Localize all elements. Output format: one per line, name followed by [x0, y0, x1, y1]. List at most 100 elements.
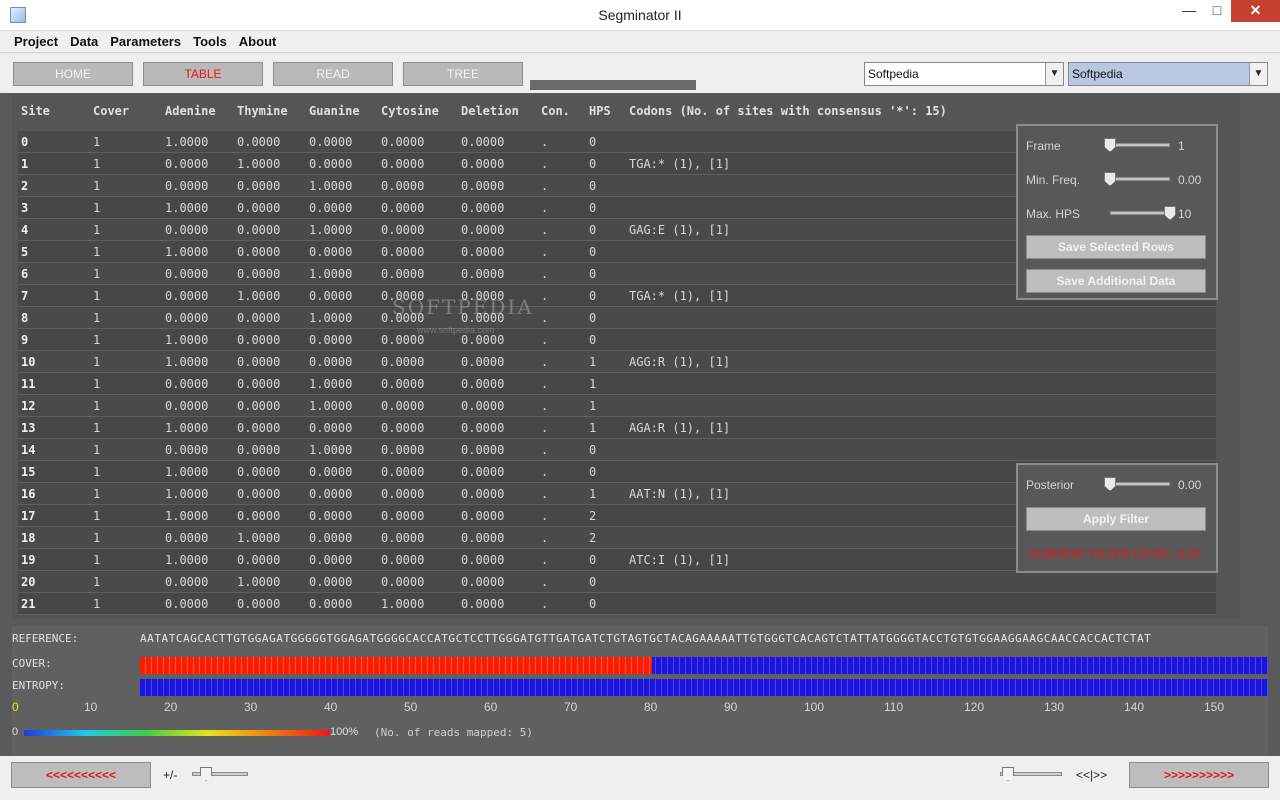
close-icon[interactable]: ✕	[1231, 0, 1280, 22]
table-row[interactable]: 9 1 1.0000 0.0000 0.0000 0.0000 0.0000. 0	[18, 329, 1216, 351]
cell-site: 0	[21, 135, 29, 149]
home-button[interactable]: HOME	[13, 62, 133, 86]
maxhps-slider[interactable]	[1110, 206, 1176, 220]
cell-t: 0.0000	[237, 355, 281, 369]
position-slider[interactable]	[1000, 767, 1062, 781]
col-thymine[interactable]: Thymine	[237, 104, 288, 118]
save-selected-rows-button[interactable]: Save Selected Rows	[1026, 235, 1206, 259]
cell-hps: 0	[589, 575, 597, 589]
cell-a: 0.0000	[165, 531, 209, 545]
cell-c: 0.0000	[381, 575, 425, 589]
menu-parameters[interactable]: Parameters	[104, 31, 187, 49]
cell-c: 0.0000	[381, 201, 425, 215]
table-row[interactable]: 21 1 0.0000 0.0000 0.0000 1.0000 0.0000. 0	[18, 593, 1216, 615]
cell-c: 0.0000	[381, 377, 425, 391]
current-filter-level: CURRENT FILTER LEVEL: 0.00	[1028, 547, 1201, 561]
menu-data[interactable]: Data	[64, 31, 104, 49]
cell-site: 9	[21, 333, 29, 347]
cell-a: 1.0000	[165, 465, 209, 479]
cell-site: 13	[21, 421, 36, 435]
menu-about[interactable]: About	[233, 31, 283, 49]
toolbar: HOME TABLE READ TREE Softpedia ▼ Softped…	[0, 53, 1280, 93]
cell-g: 1.0000	[309, 443, 353, 457]
window-size-slider[interactable]	[192, 767, 248, 781]
cell-cover: 1	[93, 597, 101, 611]
cell-t: 0.0000	[237, 135, 281, 149]
col-hps[interactable]: HPS	[589, 104, 611, 118]
cover-track[interactable]	[140, 657, 1268, 674]
table-button[interactable]: TABLE	[143, 62, 263, 86]
col-cover[interactable]: Cover	[93, 104, 129, 118]
cell-a: 0.0000	[165, 443, 209, 457]
cell-site: 6	[21, 267, 29, 281]
cell-cover: 1	[93, 201, 101, 215]
ruler-tick: 60	[484, 700, 498, 714]
save-additional-data-button[interactable]: Save Additional Data	[1026, 269, 1206, 293]
maximize-icon[interactable]: □	[1202, 0, 1232, 22]
cell-g: 1.0000	[309, 179, 353, 193]
cell-cover: 1	[93, 443, 101, 457]
cell-del: 0.0000	[461, 421, 505, 435]
cell-a: 1.0000	[165, 487, 209, 501]
col-deletion[interactable]: Deletion	[461, 104, 519, 118]
col-guanine[interactable]: Guanine	[309, 104, 360, 118]
table-row[interactable]: 14 1 0.0000 0.0000 1.0000 0.0000 0.0000. 0	[18, 439, 1216, 461]
minfreq-slider[interactable]	[1104, 172, 1170, 186]
cell-site: 17	[21, 509, 36, 523]
cell-codon: AAT:N (1), [1]	[629, 487, 731, 501]
dataset-select[interactable]: Softpedia ▼	[864, 62, 1064, 86]
next-page-button[interactable]: >>>>>>>>>>	[1129, 762, 1269, 788]
cell-hps: 0	[589, 443, 597, 457]
cell-cover: 1	[93, 553, 101, 567]
table-row[interactable]: 8 1 0.0000 0.0000 1.0000 0.0000 0.0000. 0	[18, 307, 1216, 329]
entropy-label: ENTROPY:	[12, 679, 65, 692]
tree-button[interactable]: TREE	[403, 62, 523, 86]
cell-a: 1.0000	[165, 135, 209, 149]
previous-page-button[interactable]: <<<<<<<<<<	[11, 762, 151, 788]
col-codons[interactable]: Codons (No. of sites with consensus '*':…	[629, 104, 947, 118]
cell-c: 0.0000	[381, 245, 425, 259]
cell-con: .	[541, 465, 549, 479]
cell-g: 0.0000	[309, 289, 353, 303]
cell-codon: GAG:E (1), [1]	[629, 223, 731, 237]
col-cytosine[interactable]: Cytosine	[381, 104, 439, 118]
read-button[interactable]: READ	[273, 62, 393, 86]
cell-a: 0.0000	[165, 597, 209, 611]
cell-hps: 1	[589, 487, 597, 501]
cell-del: 0.0000	[461, 465, 505, 479]
cell-g: 0.0000	[309, 575, 353, 589]
cell-a: 0.0000	[165, 223, 209, 237]
chevron-down-icon[interactable]: ▼	[1045, 63, 1063, 85]
cell-site: 12	[21, 399, 36, 413]
table-row[interactable]: 11 1 0.0000 0.0000 1.0000 0.0000 0.0000. 1	[18, 373, 1216, 395]
table-row[interactable]: 12 1 0.0000 0.0000 1.0000 0.0000 0.0000. 1	[18, 395, 1216, 417]
cell-con: .	[541, 223, 549, 237]
col-consensus[interactable]: Con.	[541, 104, 570, 118]
table-row[interactable]: 10 1 1.0000 0.0000 0.0000 0.0000 0.0000. 1 AGG:R…	[18, 351, 1216, 373]
frame-slider[interactable]	[1104, 138, 1170, 152]
ruler-tick: 90	[724, 700, 738, 714]
cell-hps: 1	[589, 399, 597, 413]
cell-cover: 1	[93, 157, 101, 171]
menu-project[interactable]: Project	[8, 31, 64, 49]
cell-site: 19	[21, 553, 36, 567]
posterior-slider[interactable]	[1104, 477, 1170, 491]
cell-c: 0.0000	[381, 421, 425, 435]
cell-con: .	[541, 377, 549, 391]
chevron-down-icon[interactable]: ▼	[1249, 63, 1267, 85]
cell-t: 0.0000	[237, 421, 281, 435]
col-adenine[interactable]: Adenine	[165, 104, 216, 118]
step-navigation[interactable]: <<|>>	[1076, 768, 1107, 782]
table-row[interactable]: 20 1 0.0000 1.0000 0.0000 0.0000 0.0000. 0	[18, 571, 1216, 593]
cell-del: 0.0000	[461, 553, 505, 567]
col-site[interactable]: Site	[21, 104, 50, 118]
cell-c: 0.0000	[381, 179, 425, 193]
ruler-tick: 50	[404, 700, 418, 714]
menu-tools[interactable]: Tools	[187, 31, 233, 49]
entropy-track[interactable]	[140, 679, 1268, 696]
apply-filter-button[interactable]: Apply Filter	[1026, 507, 1206, 531]
cell-c: 0.0000	[381, 355, 425, 369]
minimize-icon[interactable]: —	[1174, 0, 1204, 22]
sample-select[interactable]: Softpedia ▼	[1068, 62, 1268, 86]
table-row[interactable]: 13 1 1.0000 0.0000 0.0000 0.0000 0.0000. 1 AGA:R…	[18, 417, 1216, 439]
